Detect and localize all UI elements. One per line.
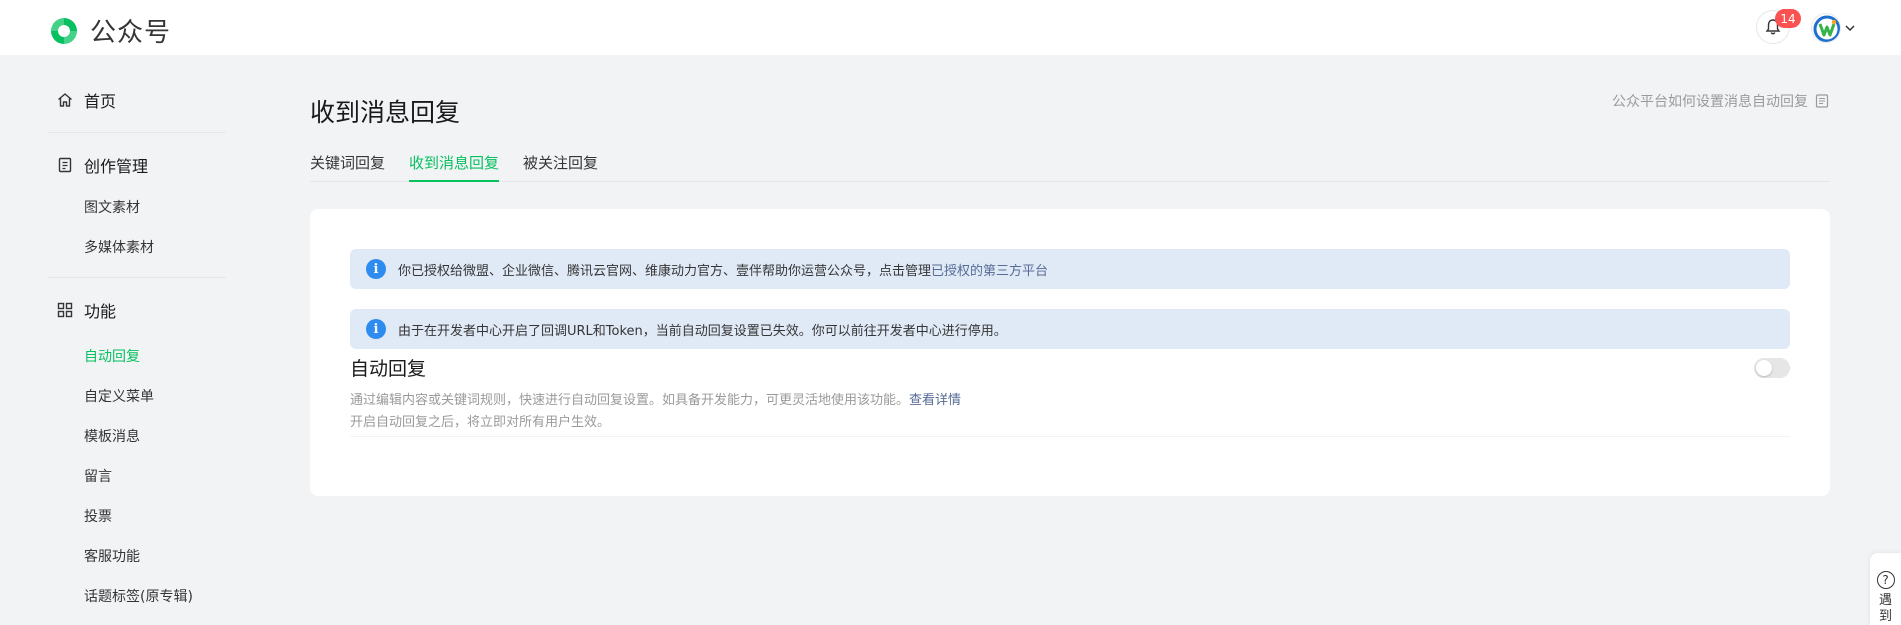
sidebar-item-vote[interactable]: 投票 bbox=[48, 496, 226, 536]
sidebar-item-customer-service[interactable]: 客服功能 bbox=[48, 536, 226, 576]
sidebar-item-template-message[interactable]: 模板消息 bbox=[48, 416, 226, 456]
document-icon bbox=[58, 157, 72, 173]
page-title: 收到消息回复 bbox=[310, 98, 461, 127]
tab-message-reply[interactable]: 收到消息回复 bbox=[409, 153, 500, 182]
auto-reply-desc-line1: 通过编辑内容或关键词规则，快速进行自动回复设置。如具备开发能力，可更灵活地使用该… bbox=[350, 393, 910, 408]
sidebar-group-features[interactable]: 功能 bbox=[48, 288, 226, 332]
sidebar-divider bbox=[48, 132, 226, 133]
sidebar-item-custom-menu[interactable]: 自定义菜单 bbox=[48, 376, 226, 416]
document-icon bbox=[1815, 94, 1829, 108]
notice-text: 由于在开发者中心开启了回调URL和Token，当前自动回复设置已失效。你可以前往… bbox=[398, 323, 1007, 339]
help-float-button[interactable]: ? 遇到 bbox=[1870, 553, 1901, 625]
auto-reply-toggle[interactable] bbox=[1754, 358, 1790, 378]
brand-name: 公众号 bbox=[90, 18, 172, 48]
chevron-down-icon[interactable] bbox=[1844, 22, 1856, 34]
settings-card: i 你已授权给微盟、企业微信、腾讯云官网、维康动力官方、壹伴帮助你运营公众号，点… bbox=[310, 209, 1830, 496]
auto-reply-setting: 自动回复 通过编辑内容或关键词规则，快速进行自动回复设置。如具备开发能力，可更灵… bbox=[350, 354, 1790, 437]
sidebar-item-label: 首页 bbox=[84, 92, 117, 111]
view-details-link[interactable]: 查看详情 bbox=[909, 393, 961, 408]
home-icon bbox=[58, 93, 72, 107]
sidebar-divider bbox=[48, 277, 226, 278]
question-icon: ? bbox=[1876, 571, 1895, 589]
sidebar-group-creation[interactable]: 创作管理 bbox=[48, 143, 226, 187]
account-avatar-icon bbox=[1813, 15, 1840, 42]
help-float-label: 遇到 bbox=[1878, 593, 1892, 624]
help-link-label: 公众平台如何设置消息自动回复 bbox=[1612, 94, 1808, 110]
toggle-knob bbox=[1756, 360, 1772, 376]
sidebar-item-auto-reply[interactable]: 自动回复 bbox=[48, 336, 226, 376]
logo[interactable]: 公众号 bbox=[46, 12, 171, 49]
tab-bar: 关键词回复 收到消息回复 被关注回复 bbox=[310, 153, 1830, 182]
info-icon: i bbox=[366, 259, 386, 279]
wechat-logo-icon bbox=[51, 17, 77, 44]
tab-follow-reply[interactable]: 被关注回复 bbox=[523, 153, 598, 182]
auto-reply-title: 自动回复 bbox=[350, 358, 427, 380]
notification-badge: 14 bbox=[1775, 9, 1801, 28]
notice-developer-mode: i 由于在开发者中心开启了回调URL和Token，当前自动回复设置已失效。你可以… bbox=[350, 309, 1790, 349]
auto-reply-desc-line2: 开启自动回复之后，将立即对所有用户生效。 bbox=[350, 415, 611, 430]
auto-reply-description: 通过编辑内容或关键词规则，快速进行自动回复设置。如具备开发能力，可更灵活地使用该… bbox=[350, 390, 961, 434]
avatar[interactable] bbox=[1811, 13, 1841, 43]
help-link[interactable]: 公众平台如何设置消息自动回复 bbox=[1612, 91, 1830, 111]
tab-keyword-reply[interactable]: 关键词回复 bbox=[310, 153, 385, 182]
sidebar-item-home[interactable]: 首页 bbox=[48, 78, 226, 122]
sidebar-item-multimedia[interactable]: 多媒体素材 bbox=[48, 227, 226, 267]
sidebar-item-topic-tags[interactable]: 话题标签(原专辑) bbox=[48, 576, 226, 616]
sidebar-group-label: 功能 bbox=[84, 302, 117, 321]
notice-authorization: i 你已授权给微盟、企业微信、腾讯云官网、维康动力官方、壹伴帮助你运营公众号，点… bbox=[350, 249, 1790, 289]
info-icon: i bbox=[366, 319, 386, 339]
third-party-platform-link[interactable]: 已授权的第三方平台 bbox=[931, 260, 1048, 279]
top-bar: 公众号 14 bbox=[0, 0, 1901, 55]
notice-text: 你已授权给微盟、企业微信、腾讯云官网、维康动力官方、壹伴帮助你运营公众号，点击管… bbox=[398, 263, 932, 279]
sidebar-item-comments[interactable]: 留言 bbox=[48, 456, 226, 496]
sidebar: 首页 创作管理 图文素材 多媒体素材 功能 自动回复 自定义菜单 模板消息 留言… bbox=[48, 78, 226, 616]
sidebar-group-label: 创作管理 bbox=[84, 157, 149, 176]
sidebar-item-image-text[interactable]: 图文素材 bbox=[48, 187, 226, 227]
grid-icon bbox=[57, 302, 73, 318]
